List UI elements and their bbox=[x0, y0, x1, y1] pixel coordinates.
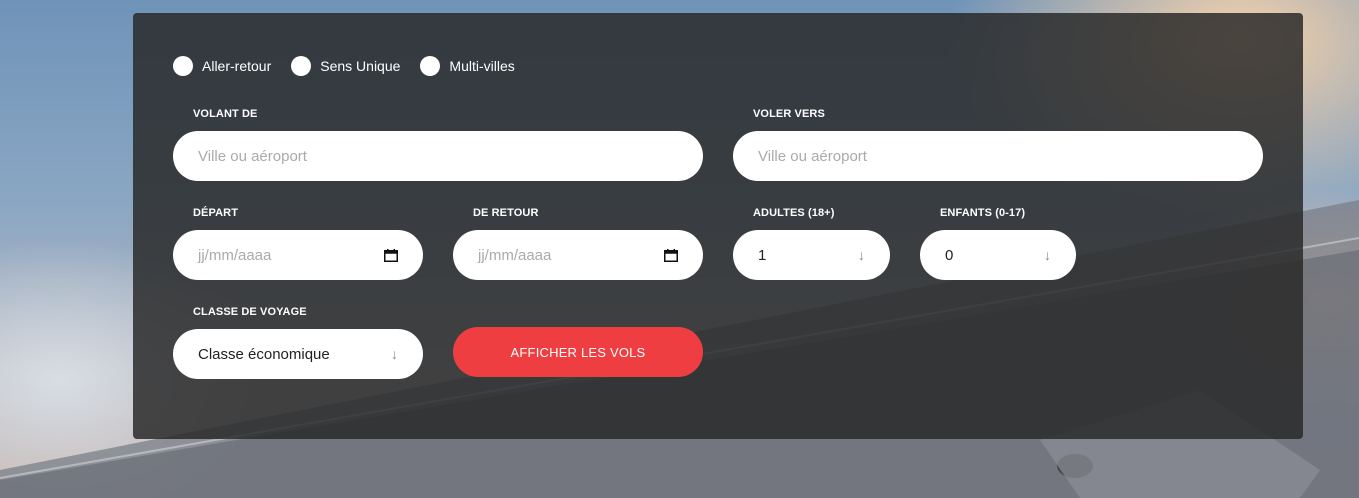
arrow-down-icon: ↓ bbox=[391, 346, 398, 362]
children-select[interactable]: 0 ↓ bbox=[920, 230, 1076, 280]
travel-class-label: CLASSE DE VOYAGE bbox=[193, 306, 307, 318]
departure-label: DÉPART bbox=[193, 207, 239, 219]
departure-date-input[interactable]: jj/mm/aaaa bbox=[173, 230, 423, 280]
calendar-icon[interactable] bbox=[384, 248, 398, 262]
travel-class-select[interactable]: Classe économique ↓ bbox=[173, 329, 423, 379]
from-label: VOLANT DE bbox=[193, 108, 258, 120]
radio-label: Sens Unique bbox=[320, 58, 401, 74]
trip-type-multi-city[interactable]: Multi-villes bbox=[420, 56, 515, 76]
return-label: DE RETOUR bbox=[473, 207, 539, 219]
radio-circle-icon[interactable] bbox=[420, 56, 441, 76]
departure-placeholder: jj/mm/aaaa bbox=[198, 246, 272, 264]
to-placeholder: Ville ou aéroport bbox=[758, 147, 867, 165]
from-input[interactable]: Ville ou aéroport bbox=[173, 131, 703, 181]
arrow-down-icon: ↓ bbox=[858, 247, 865, 263]
flight-search-form: Aller-retour Sens Unique Multi-villes VO… bbox=[133, 13, 1303, 439]
to-label: VOLER VERS bbox=[753, 108, 825, 120]
travel-class-value: Classe économique bbox=[198, 345, 330, 363]
trip-type-one-way[interactable]: Sens Unique bbox=[291, 56, 400, 76]
calendar-icon[interactable] bbox=[664, 248, 678, 262]
children-value: 0 bbox=[945, 246, 954, 264]
show-flights-button[interactable]: AFFICHER LES VOLS bbox=[453, 327, 703, 377]
arrow-down-icon: ↓ bbox=[1044, 247, 1051, 263]
adults-select[interactable]: 1 ↓ bbox=[733, 230, 890, 280]
trip-type-radio-group: Aller-retour Sens Unique Multi-villes bbox=[173, 56, 535, 76]
trip-type-round-trip[interactable]: Aller-retour bbox=[173, 56, 271, 76]
children-label: ENFANTS (0-17) bbox=[940, 207, 1026, 219]
radio-circle-icon[interactable] bbox=[173, 56, 193, 76]
adults-value: 1 bbox=[758, 246, 767, 264]
return-date-input[interactable]: jj/mm/aaaa bbox=[453, 230, 703, 280]
radio-label: Aller-retour bbox=[202, 58, 272, 74]
from-placeholder: Ville ou aéroport bbox=[198, 147, 307, 165]
radio-circle-icon[interactable] bbox=[291, 56, 312, 76]
adults-label: ADULTES (18+) bbox=[753, 207, 835, 219]
to-input[interactable]: Ville ou aéroport bbox=[733, 131, 1263, 181]
radio-label: Multi-villes bbox=[449, 58, 515, 74]
return-placeholder: jj/mm/aaaa bbox=[478, 246, 552, 264]
